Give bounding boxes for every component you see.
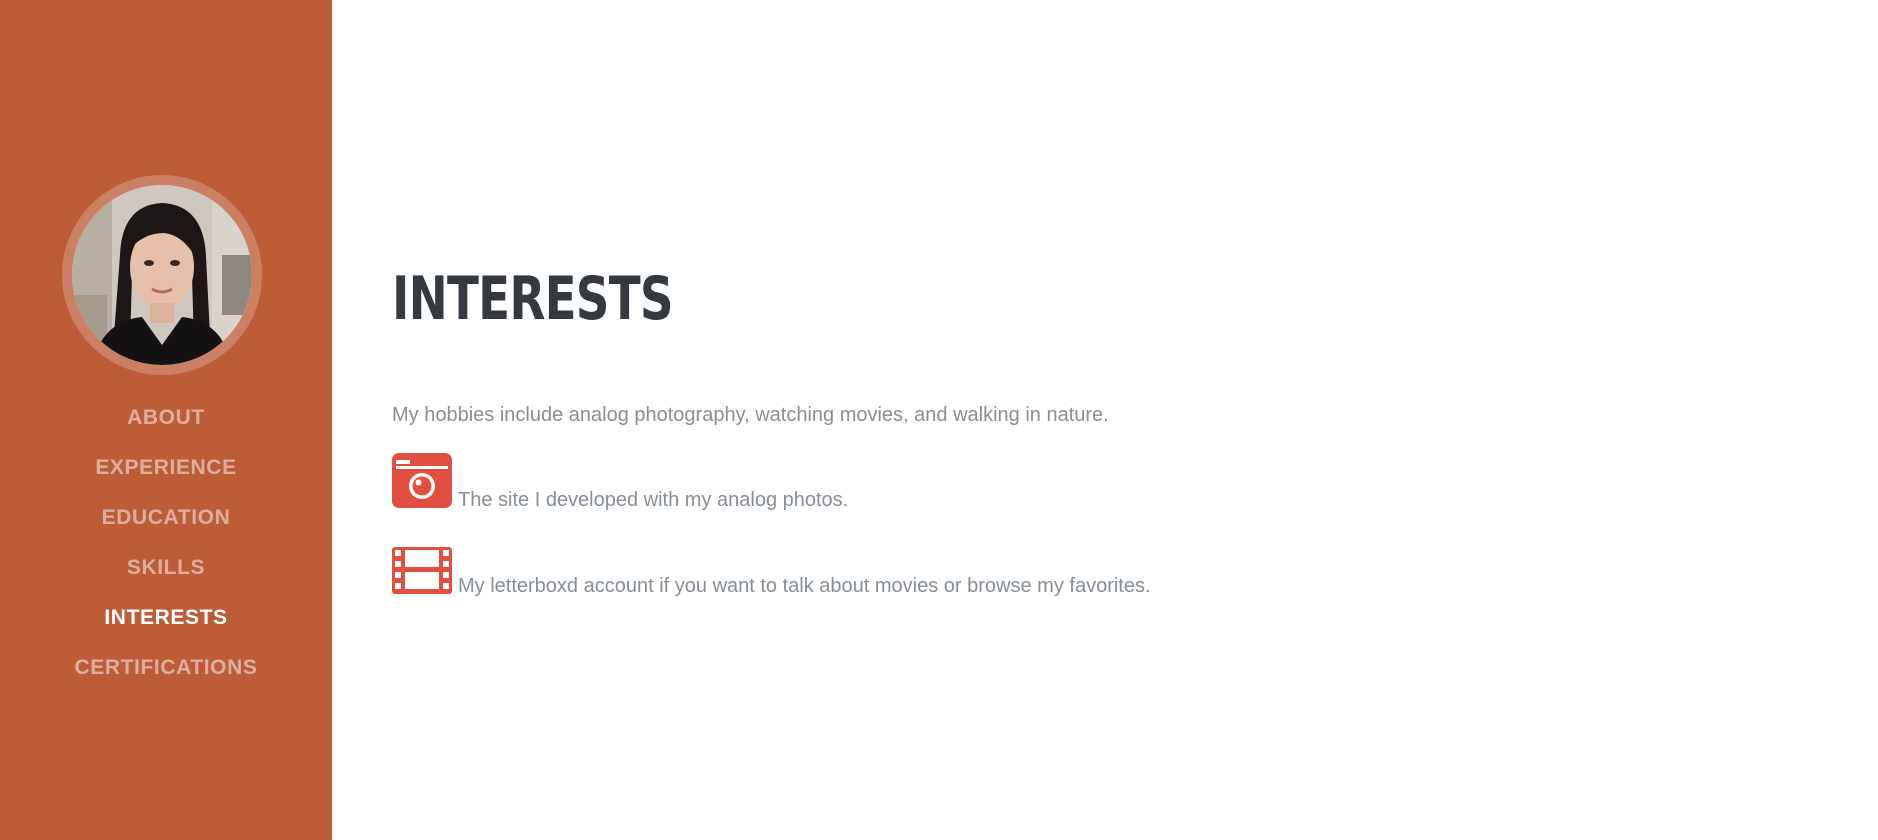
avatar xyxy=(72,185,252,365)
nav-item-about[interactable]: ABOUT xyxy=(0,400,332,450)
letterboxd-link-text[interactable]: My letterboxd account if you want to tal… xyxy=(458,573,1151,599)
intro-text: My hobbies include analog photography, w… xyxy=(392,404,1109,426)
nav-item-experience[interactable]: EXPERIENCE xyxy=(0,450,332,500)
photo-site-link[interactable]: The site I developed with my analog phot… xyxy=(392,453,848,513)
avatar-frame xyxy=(62,175,262,375)
letterboxd-link[interactable]: My letterboxd account if you want to tal… xyxy=(392,547,1151,599)
nav-item-interests[interactable]: INTERESTS xyxy=(0,600,332,650)
nav-item-certifications[interactable]: CERTIFICATIONS xyxy=(0,650,332,700)
camera-icon[interactable] xyxy=(392,453,452,513)
nav-item-education[interactable]: EDUCATION xyxy=(0,500,332,550)
film-icon[interactable] xyxy=(392,547,452,599)
nav-item-skills[interactable]: SKILLS xyxy=(0,550,332,600)
page-title: INTERESTS xyxy=(392,264,674,334)
photo-site-link-text[interactable]: The site I developed with my analog phot… xyxy=(458,487,848,513)
sidebar-nav: ABOUT EXPERIENCE EDUCATION SKILLS INTERE… xyxy=(0,400,332,700)
profile-photo xyxy=(72,185,252,365)
sidebar: ABOUT EXPERIENCE EDUCATION SKILLS INTERE… xyxy=(0,0,332,840)
main-content: INTERESTS My hobbies include analog phot… xyxy=(392,0,1792,840)
